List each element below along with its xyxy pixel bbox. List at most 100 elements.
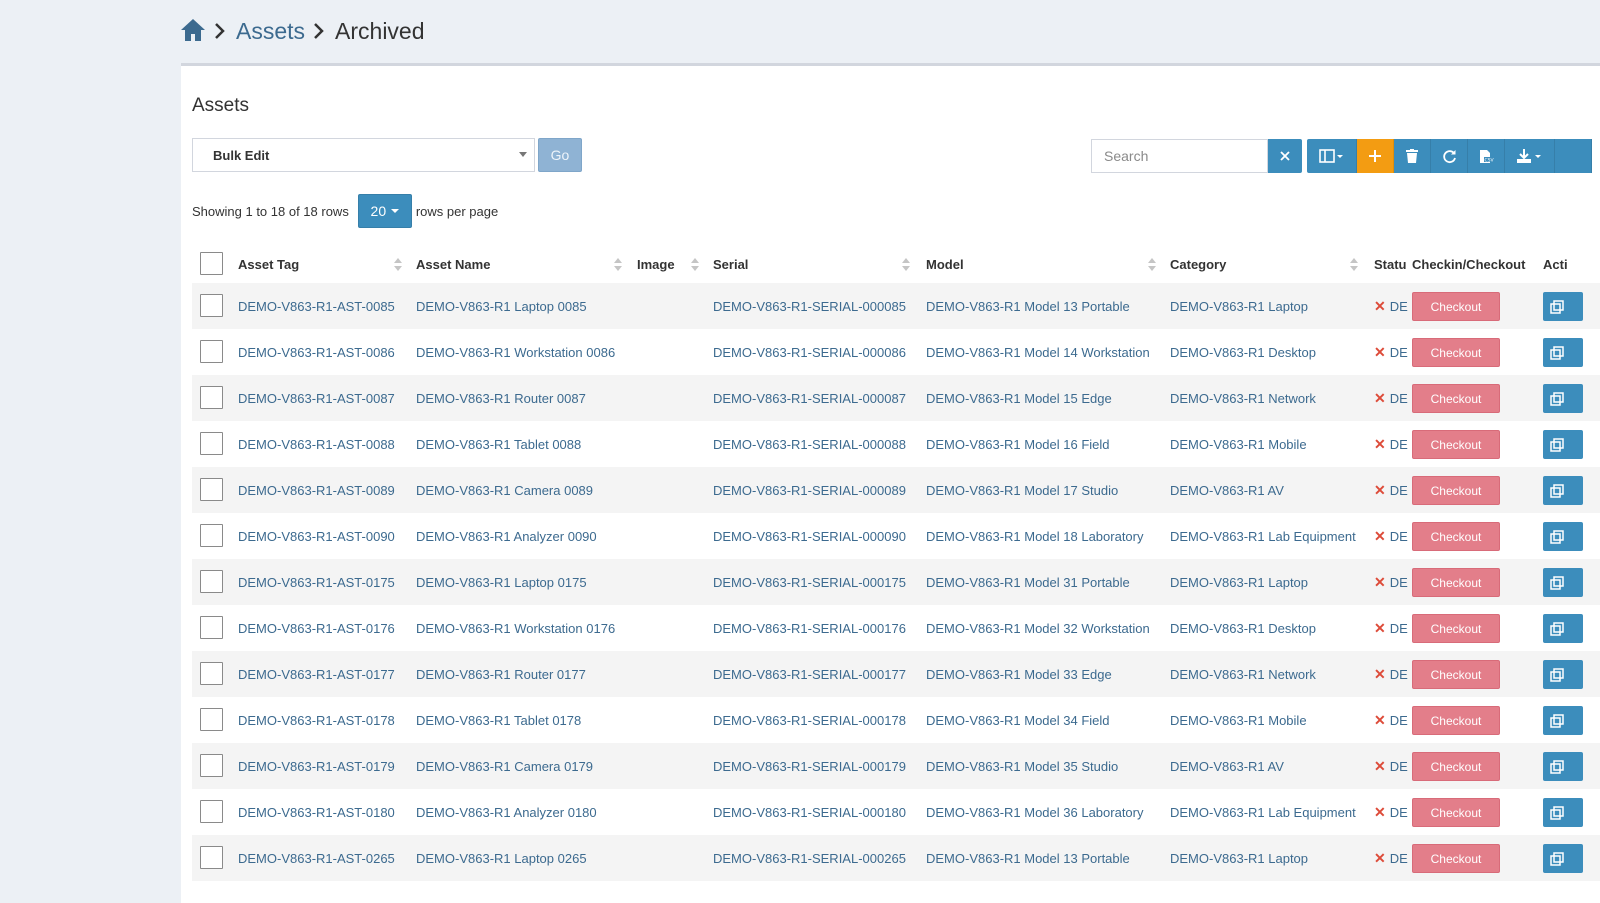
asset-name-link[interactable]: DEMO-V863-R1 Router 0177 <box>416 651 586 697</box>
clone-button[interactable] <box>1543 568 1583 597</box>
asset-name-link[interactable]: DEMO-V863-R1 Workstation 0176 <box>416 605 615 651</box>
serial-link[interactable]: DEMO-V863-R1-SERIAL-000089 <box>713 467 906 513</box>
column-header-status[interactable]: Statu <box>1374 246 1408 283</box>
serial-link[interactable]: DEMO-V863-R1-SERIAL-000265 <box>713 835 906 881</box>
asset-tag-link[interactable]: DEMO-V863-R1-AST-0179 <box>238 743 395 789</box>
status-cell[interactable]: ✕ DE <box>1374 605 1408 651</box>
asset-name-link[interactable]: DEMO-V863-R1 Laptop 0175 <box>416 559 587 605</box>
row-checkbox[interactable] <box>200 570 223 593</box>
status-cell[interactable]: ✕ DE <box>1374 697 1408 743</box>
category-link[interactable]: DEMO-V863-R1 Network <box>1170 651 1316 697</box>
go-button[interactable]: Go <box>538 138 582 172</box>
serial-link[interactable]: DEMO-V863-R1-SERIAL-000175 <box>713 559 906 605</box>
checkout-button[interactable]: Checkout <box>1412 522 1500 551</box>
status-cell[interactable]: ✕ DE <box>1374 329 1408 375</box>
status-cell[interactable]: ✕ DE <box>1374 835 1408 881</box>
row-checkbox[interactable] <box>200 800 223 823</box>
asset-tag-link[interactable]: DEMO-V863-R1-AST-0178 <box>238 697 395 743</box>
column-header-asset-name[interactable]: Asset Name <box>416 246 628 283</box>
asset-name-link[interactable]: DEMO-V863-R1 Router 0087 <box>416 375 586 421</box>
asset-tag-link[interactable]: DEMO-V863-R1-AST-0089 <box>238 467 395 513</box>
clone-button[interactable] <box>1543 798 1583 827</box>
asset-name-link[interactable]: DEMO-V863-R1 Laptop 0265 <box>416 835 587 881</box>
asset-name-link[interactable]: DEMO-V863-R1 Analyzer 0180 <box>416 789 597 835</box>
status-cell[interactable]: ✕ DE <box>1374 375 1408 421</box>
clone-button[interactable] <box>1543 752 1583 781</box>
column-header-category[interactable]: Category <box>1170 246 1360 283</box>
model-link[interactable]: DEMO-V863-R1 Model 13 Portable <box>926 835 1130 881</box>
status-cell[interactable]: ✕ DE <box>1374 789 1408 835</box>
checkout-button[interactable]: Checkout <box>1412 844 1500 873</box>
asset-name-link[interactable]: DEMO-V863-R1 Tablet 0088 <box>416 421 581 467</box>
page-size-dropdown[interactable]: 20 <box>357 194 412 228</box>
clone-button[interactable] <box>1543 430 1583 459</box>
model-link[interactable]: DEMO-V863-R1 Model 33 Edge <box>926 651 1112 697</box>
column-header-serial[interactable]: Serial <box>713 246 914 283</box>
category-link[interactable]: DEMO-V863-R1 Desktop <box>1170 605 1316 651</box>
model-link[interactable]: DEMO-V863-R1 Model 35 Studio <box>926 743 1118 789</box>
category-link[interactable]: DEMO-V863-R1 AV <box>1170 743 1284 789</box>
asset-name-link[interactable]: DEMO-V863-R1 Laptop 0085 <box>416 283 587 329</box>
status-cell[interactable]: ✕ DE <box>1374 743 1408 789</box>
asset-tag-link[interactable]: DEMO-V863-R1-AST-0265 <box>238 835 395 881</box>
select-all-checkbox[interactable] <box>200 252 223 275</box>
row-checkbox[interactable] <box>200 846 223 869</box>
clone-button[interactable] <box>1543 614 1583 643</box>
row-checkbox[interactable] <box>200 432 223 455</box>
serial-link[interactable]: DEMO-V863-R1-SERIAL-000179 <box>713 743 906 789</box>
delete-button[interactable] <box>1394 139 1431 173</box>
column-header-model[interactable]: Model <box>926 246 1158 283</box>
model-link[interactable]: DEMO-V863-R1 Model 16 Field <box>926 421 1110 467</box>
column-header-image[interactable]: Image <box>637 246 707 283</box>
row-checkbox[interactable] <box>200 616 223 639</box>
category-link[interactable]: DEMO-V863-R1 Lab Equipment <box>1170 789 1356 835</box>
row-checkbox[interactable] <box>200 294 223 317</box>
checkout-button[interactable]: Checkout <box>1412 752 1500 781</box>
status-cell[interactable]: ✕ DE <box>1374 421 1408 467</box>
clear-search-button[interactable] <box>1268 139 1302 173</box>
category-link[interactable]: DEMO-V863-R1 Laptop <box>1170 283 1308 329</box>
asset-tag-link[interactable]: DEMO-V863-R1-AST-0088 <box>238 421 395 467</box>
status-cell[interactable]: ✕ DE <box>1374 651 1408 697</box>
serial-link[interactable]: DEMO-V863-R1-SERIAL-000177 <box>713 651 906 697</box>
bulk-actions-select[interactable]: Bulk Edit <box>192 138 535 172</box>
clone-button[interactable] <box>1543 844 1583 873</box>
export-csv-button[interactable]: CSV <box>1468 139 1505 173</box>
search-input[interactable] <box>1091 139 1268 173</box>
checkout-button[interactable]: Checkout <box>1412 292 1500 321</box>
checkout-button[interactable]: Checkout <box>1412 338 1500 367</box>
clone-button[interactable] <box>1543 522 1583 551</box>
asset-name-link[interactable]: DEMO-V863-R1 Workstation 0086 <box>416 329 615 375</box>
breadcrumb-assets-link[interactable]: Assets <box>236 18 305 45</box>
model-link[interactable]: DEMO-V863-R1 Model 31 Portable <box>926 559 1130 605</box>
status-cell[interactable]: ✕ DE <box>1374 283 1408 329</box>
status-cell[interactable]: ✕ DE <box>1374 467 1408 513</box>
column-header-asset-tag[interactable]: Asset Tag <box>238 246 408 283</box>
serial-link[interactable]: DEMO-V863-R1-SERIAL-000086 <box>713 329 906 375</box>
asset-tag-link[interactable]: DEMO-V863-R1-AST-0180 <box>238 789 395 835</box>
category-link[interactable]: DEMO-V863-R1 Mobile <box>1170 421 1307 467</box>
category-link[interactable]: DEMO-V863-R1 Laptop <box>1170 559 1308 605</box>
asset-tag-link[interactable]: DEMO-V863-R1-AST-0090 <box>238 513 395 559</box>
clone-button[interactable] <box>1543 476 1583 505</box>
row-checkbox[interactable] <box>200 662 223 685</box>
asset-name-link[interactable]: DEMO-V863-R1 Camera 0089 <box>416 467 593 513</box>
asset-tag-link[interactable]: DEMO-V863-R1-AST-0175 <box>238 559 395 605</box>
model-link[interactable]: DEMO-V863-R1 Model 14 Workstation <box>926 329 1150 375</box>
serial-link[interactable]: DEMO-V863-R1-SERIAL-000090 <box>713 513 906 559</box>
serial-link[interactable]: DEMO-V863-R1-SERIAL-000088 <box>713 421 906 467</box>
row-checkbox[interactable] <box>200 524 223 547</box>
checkout-button[interactable]: Checkout <box>1412 568 1500 597</box>
home-icon[interactable] <box>180 18 206 44</box>
category-link[interactable]: DEMO-V863-R1 Desktop <box>1170 329 1316 375</box>
columns-button[interactable] <box>1307 139 1357 173</box>
more-toolbar-button[interactable] <box>1555 139 1592 173</box>
clone-button[interactable] <box>1543 706 1583 735</box>
category-link[interactable]: DEMO-V863-R1 Laptop <box>1170 835 1308 881</box>
download-button[interactable] <box>1505 139 1555 173</box>
serial-link[interactable]: DEMO-V863-R1-SERIAL-000085 <box>713 283 906 329</box>
row-checkbox[interactable] <box>200 708 223 731</box>
checkout-button[interactable]: Checkout <box>1412 384 1500 413</box>
clone-button[interactable] <box>1543 384 1583 413</box>
refresh-button[interactable] <box>1431 139 1468 173</box>
